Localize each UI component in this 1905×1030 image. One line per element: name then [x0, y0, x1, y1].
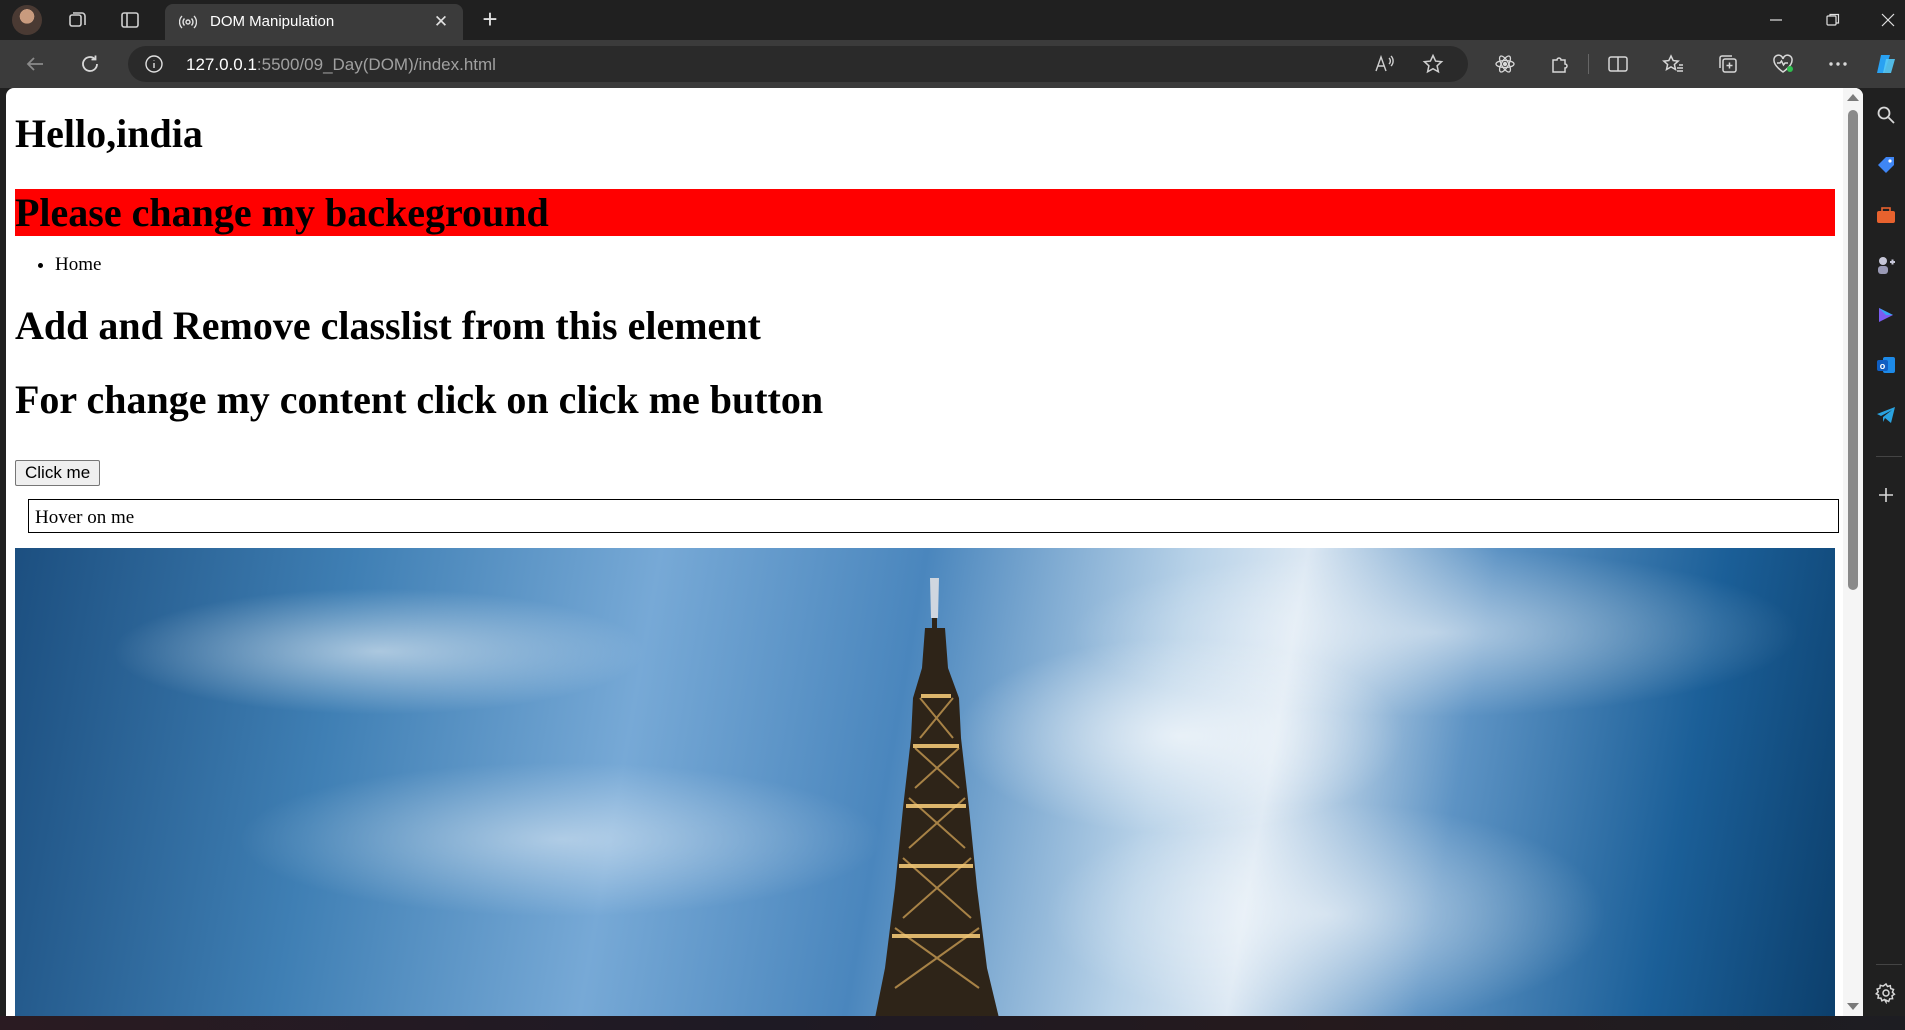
toolbar: 127.0.0.1:5500/09_Day(DOM)/index.html: [0, 40, 1905, 88]
favorite-star-icon[interactable]: [1418, 50, 1448, 78]
scroll-up-arrow-icon[interactable]: [1847, 94, 1859, 101]
tab-dom-manipulation[interactable]: DOM Manipulation ✕: [165, 4, 463, 40]
favorites-icon[interactable]: [1658, 49, 1688, 79]
copilot-icon[interactable]: [1873, 302, 1899, 328]
url-path: :5500/09_Day(DOM)/index.html: [256, 55, 496, 74]
heading-classlist: Add and Remove classlist from this eleme…: [15, 303, 761, 348]
react-devtools-icon[interactable]: [1490, 49, 1520, 79]
copilot-icon[interactable]: [1872, 49, 1902, 79]
toolbar-divider: [1588, 54, 1589, 74]
shopping-tag-icon[interactable]: [1873, 152, 1899, 178]
more-icon[interactable]: [1823, 49, 1853, 79]
address-bar[interactable]: 127.0.0.1:5500/09_Day(DOM)/index.html: [128, 46, 1468, 82]
nav-list: Home: [15, 254, 101, 276]
browser-essentials-icon[interactable]: [1768, 49, 1798, 79]
tools-briefcase-icon[interactable]: [1873, 202, 1899, 228]
read-aloud-icon[interactable]: [1370, 50, 1400, 78]
tab-strip: DOM Manipulation ✕ +: [0, 0, 1905, 40]
url-text[interactable]: 127.0.0.1:5500/09_Day(DOM)/index.html: [186, 55, 496, 75]
page-viewport: Hello,india Please change my backeground…: [6, 88, 1863, 1016]
sidebar-divider: [1876, 964, 1902, 965]
heading-hello: Hello,india: [15, 111, 203, 156]
games-icon[interactable]: [1873, 252, 1899, 278]
url-host: 127.0.0.1: [186, 55, 257, 74]
restore-icon[interactable]: [1815, 4, 1851, 36]
sidebar-divider: [1876, 456, 1902, 457]
edge-sidebar: o: [1866, 88, 1905, 1030]
taskbar-edge: [0, 1016, 1905, 1030]
eiffel-tower-image: [15, 548, 1835, 1016]
page-content: Hello,india Please change my backeground…: [6, 88, 1841, 1016]
hover-box[interactable]: Hover on me: [28, 499, 1839, 533]
close-icon[interactable]: [1870, 4, 1905, 36]
back-icon[interactable]: [20, 49, 50, 79]
workspaces-icon[interactable]: [64, 6, 92, 34]
site-info-icon[interactable]: [144, 54, 164, 74]
heading-content: For change my content click on click me …: [15, 377, 824, 422]
click-me-button[interactable]: Click me: [15, 460, 101, 486]
settings-gear-icon[interactable]: [1873, 980, 1899, 1006]
broadcast-icon: [179, 13, 197, 31]
tab-actions-icon[interactable]: [116, 6, 144, 34]
tab-title: DOM Manipulation: [210, 13, 335, 30]
search-icon[interactable]: [1873, 102, 1899, 128]
profile-avatar[interactable]: [12, 5, 42, 35]
telegram-icon[interactable]: [1873, 402, 1899, 428]
heading-background: Please change my backeground: [15, 189, 1835, 236]
scroll-down-arrow-icon[interactable]: [1847, 1003, 1859, 1010]
refresh-icon[interactable]: [75, 49, 105, 79]
extensions-icon[interactable]: [1545, 49, 1575, 79]
split-screen-icon[interactable]: [1603, 49, 1633, 79]
nav-item-home: Home: [55, 254, 101, 276]
collections-icon[interactable]: [1713, 49, 1743, 79]
new-tab-icon[interactable]: +: [476, 6, 504, 34]
minimize-icon[interactable]: [1758, 4, 1794, 36]
svg-text:o: o: [1880, 361, 1886, 371]
add-icon[interactable]: [1873, 482, 1899, 508]
page-scrollbar[interactable]: [1843, 88, 1863, 1016]
tab-close-icon[interactable]: ✕: [429, 10, 453, 34]
scrollbar-thumb[interactable]: [1848, 110, 1858, 590]
outlook-icon[interactable]: o: [1873, 352, 1899, 378]
